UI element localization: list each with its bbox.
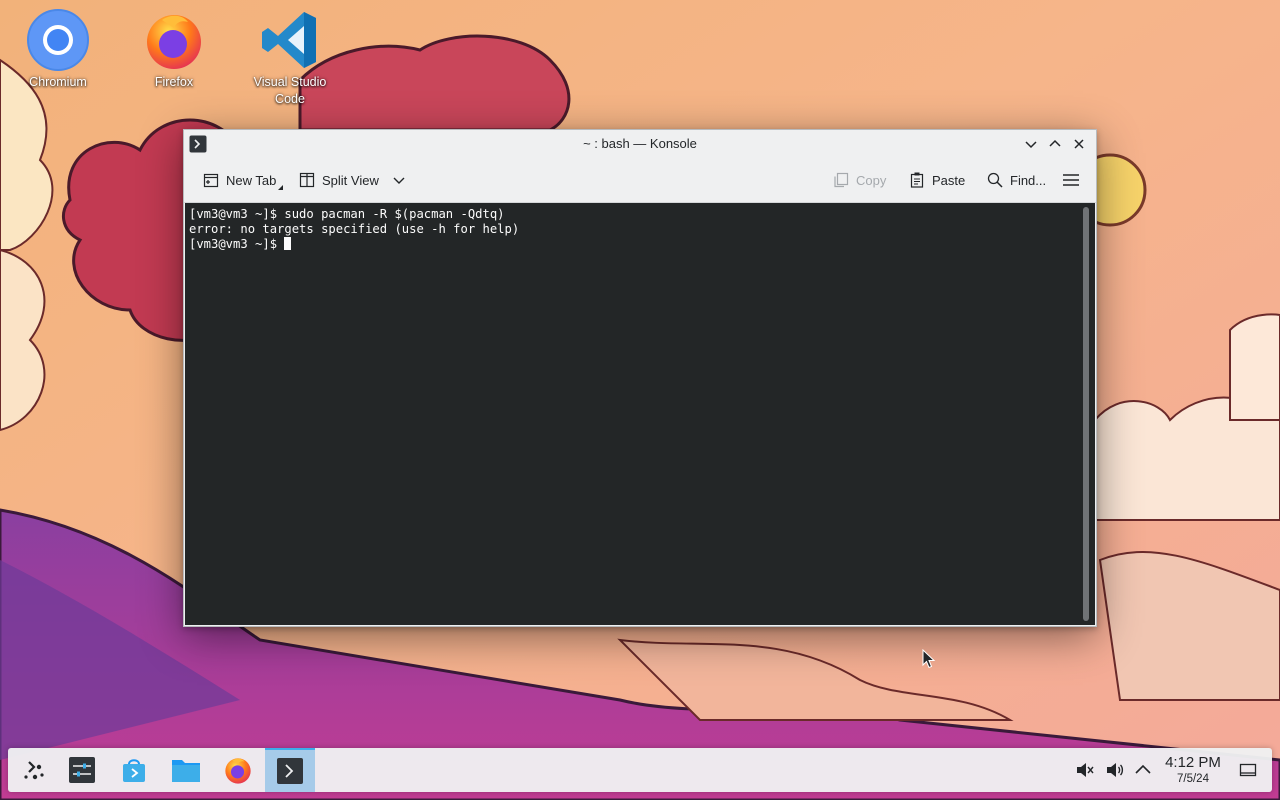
audio-muted-tray-button[interactable]: [1074, 759, 1096, 781]
taskbar-item-file-manager[interactable]: [162, 748, 210, 792]
dropdown-corner-icon: [278, 184, 284, 190]
find-label: Find...: [1010, 172, 1047, 188]
split-view-button[interactable]: Split View: [294, 166, 409, 194]
mouse-pointer-icon: [922, 649, 936, 669]
desktop-icon-firefox[interactable]: Firefox: [126, 2, 222, 91]
close-button[interactable]: [1068, 133, 1090, 155]
desktop-icon-vscode[interactable]: Visual Studio Code: [242, 2, 338, 108]
konsole-window[interactable]: ~ : bash — Konsole New Tab Split View Co…: [183, 129, 1097, 627]
chevron-down-icon: [1025, 141, 1037, 149]
terminal-scrollbar[interactable]: [1083, 207, 1089, 621]
desktop-icon-label-line2: Code: [275, 92, 305, 106]
clock-time: 4:12 PM: [1165, 754, 1221, 771]
clock-date: 7/5/24: [1177, 773, 1209, 785]
desktop-icon-label-line1: Visual Studio: [253, 75, 327, 89]
system-settings-icon: [69, 757, 95, 783]
file-manager-icon: [172, 760, 200, 782]
chevron-down-icon: [393, 177, 405, 184]
konsole-toolbar: New Tab Split View Copy Paste Find...: [184, 158, 1096, 203]
window-title: ~ : bash — Konsole: [583, 136, 697, 151]
text-cursor: [284, 237, 292, 250]
desktop-icon-chromium[interactable]: Chromium: [10, 2, 106, 91]
terminal-prompt: [vm3@vm3 ~]$: [189, 237, 285, 251]
copy-button[interactable]: Copy: [828, 166, 890, 194]
new-tab-icon: [203, 173, 219, 188]
desktop-icon-label: Chromium: [29, 75, 87, 89]
chevron-up-icon: [1049, 139, 1061, 147]
digital-clock[interactable]: 4:12 PM 7/5/24: [1158, 754, 1228, 786]
firefox-icon: [147, 15, 201, 69]
search-icon: [987, 172, 1003, 188]
split-view-label: Split View: [322, 172, 379, 188]
paste-button[interactable]: Paste: [904, 166, 969, 194]
chromium-icon: [27, 9, 89, 71]
show-desktop-button[interactable]: [1237, 759, 1259, 781]
paste-label: Paste: [932, 172, 966, 188]
chevron-up-icon: [1135, 764, 1151, 774]
copy-icon: [834, 172, 849, 188]
close-icon: [1074, 139, 1084, 149]
speaker-muted-icon: [1077, 763, 1094, 777]
window-titlebar[interactable]: ~ : bash — Konsole: [184, 130, 1096, 158]
find-button[interactable]: Find...: [982, 166, 1050, 194]
minimize-button[interactable]: [1020, 133, 1042, 155]
application-launcher-icon: [24, 761, 44, 780]
firefox-icon: [225, 758, 251, 784]
copy-label: Copy: [856, 172, 887, 188]
hamburger-menu-button[interactable]: [1058, 166, 1084, 194]
vscode-icon: [262, 12, 316, 68]
discover-store-icon: [123, 759, 145, 782]
konsole-icon: [277, 758, 303, 784]
show-desktop-icon: [1239, 763, 1257, 777]
taskbar-item-system-settings[interactable]: [58, 748, 106, 792]
speaker-volume-icon: [1107, 763, 1124, 777]
terminal-line: error: no targets specified (use -h for …: [189, 222, 520, 236]
paste-icon: [910, 172, 924, 188]
split-view-icon: [299, 172, 315, 188]
terminal-line: [vm3@vm3 ~]$ sudo pacman -R $(pacman -Qd…: [189, 207, 505, 221]
hamburger-menu-icon: [1063, 174, 1079, 186]
desktop-icon-label: Firefox: [154, 75, 194, 89]
application-launcher-button[interactable]: [10, 748, 58, 792]
new-tab-label: New Tab: [226, 172, 277, 188]
volume-tray-button[interactable]: [1104, 759, 1126, 781]
new-tab-button[interactable]: New Tab: [198, 166, 287, 194]
terminal-area[interactable]: [vm3@vm3 ~]$ sudo pacman -R $(pacman -Qd…: [185, 203, 1095, 625]
taskbar-panel: 4:12 PM 7/5/24: [8, 748, 1272, 792]
taskbar-item-firefox[interactable]: [214, 748, 262, 792]
maximize-button[interactable]: [1044, 133, 1066, 155]
taskbar-item-konsole[interactable]: [265, 748, 315, 792]
terminal-output: [vm3@vm3 ~]$ sudo pacman -R $(pacman -Qd…: [185, 203, 1095, 256]
show-hidden-icons-button[interactable]: [1132, 759, 1154, 781]
taskbar-item-discover[interactable]: [110, 748, 158, 792]
